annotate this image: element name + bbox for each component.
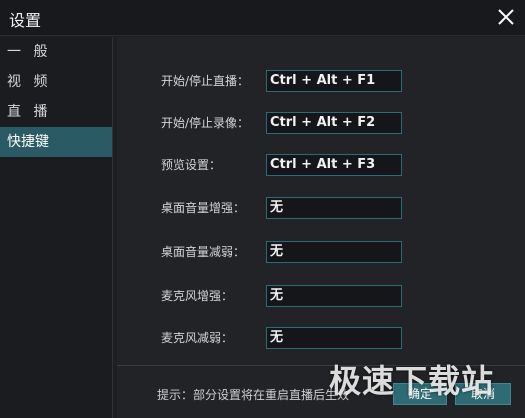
hotkey-field-desktop-volume-down[interactable]: 无 (266, 241, 402, 263)
hotkey-row: 麦克风减弱： 无 (117, 327, 525, 349)
hotkey-row: 桌面音量增强： 无 (117, 197, 525, 219)
hotkey-field-desktop-volume-up[interactable]: 无 (266, 197, 402, 219)
hotkey-field-toggle-live[interactable]: Ctrl + Alt + F1 (266, 70, 402, 92)
hotkey-row: 麦克风增强： 无 (117, 285, 525, 307)
hotkey-label: 桌面音量减弱： (161, 245, 246, 259)
hotkey-label: 开始/停止直播： (161, 74, 250, 88)
cancel-button[interactable]: 取消 (455, 383, 511, 405)
sidebar-item-live[interactable]: 直 播 (0, 97, 112, 127)
hotkey-field-mic-volume-up[interactable]: 无 (266, 285, 402, 307)
sidebar-item-video[interactable]: 视 频 (0, 67, 112, 97)
sidebar-item-general[interactable]: 一 般 (0, 37, 112, 67)
hotkey-field-mic-volume-down[interactable]: 无 (266, 327, 402, 349)
window-title: 设置 (9, 11, 42, 30)
hotkey-field-preview-settings[interactable]: Ctrl + Alt + F3 (266, 154, 402, 176)
restart-hint: 提示：部分设置将在重启直播后生效 (157, 388, 350, 402)
hotkey-label: 开始/停止录像： (161, 116, 250, 130)
hotkey-panel: 开始/停止直播： Ctrl + Alt + F1 开始/停止录像： Ctrl +… (117, 37, 525, 418)
ok-button[interactable]: 确定 (393, 383, 447, 405)
settings-sidebar: 一 般 视 频 直 播 快捷键 (0, 37, 113, 418)
hotkey-row: 桌面音量减弱： 无 (117, 241, 525, 263)
hotkey-label: 预览设置： (161, 158, 222, 172)
title-bar: 设置 (0, 0, 525, 36)
sidebar-item-hotkeys[interactable]: 快捷键 (0, 127, 112, 157)
hotkey-label: 麦克风增强： (161, 289, 234, 303)
close-button[interactable] (495, 6, 517, 28)
footer-divider (117, 365, 525, 366)
hotkey-row: 预览设置： Ctrl + Alt + F3 (117, 154, 525, 176)
hotkey-label: 麦克风减弱： (161, 331, 234, 345)
close-icon (498, 9, 514, 25)
hotkey-label: 桌面音量增强： (161, 201, 246, 215)
hotkey-field-toggle-record[interactable]: Ctrl + Alt + F2 (266, 112, 402, 134)
hotkey-row: 开始/停止录像： Ctrl + Alt + F2 (117, 112, 525, 134)
hotkey-row: 开始/停止直播： Ctrl + Alt + F1 (117, 70, 525, 92)
